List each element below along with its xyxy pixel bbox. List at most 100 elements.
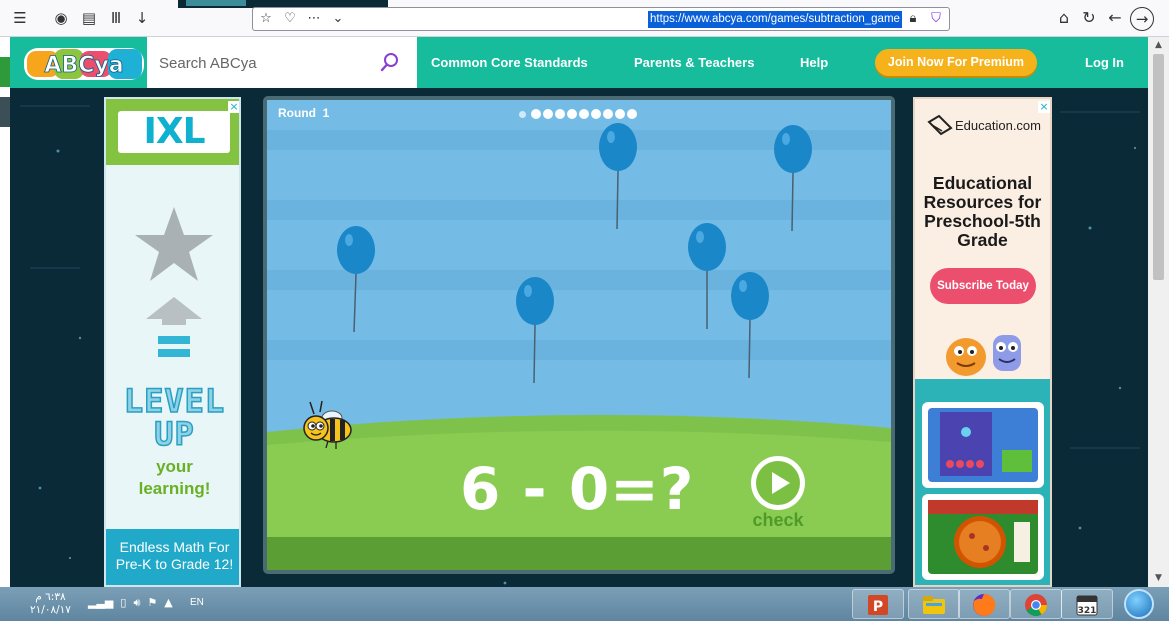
bookmark-star-icon[interactable]: ☆	[257, 10, 275, 28]
balloon[interactable]	[598, 121, 638, 231]
abcya-logo[interactable]: ABCya	[24, 44, 144, 82]
language-indicator[interactable]: EN	[190, 597, 204, 608]
progress-dot	[627, 109, 637, 119]
window-edge	[0, 37, 10, 587]
calendar-321-icon[interactable]: 321	[1061, 589, 1113, 619]
clock[interactable]: ٦:٣٨ م ٢١/٠٨/١٧	[30, 591, 71, 617]
join-premium-button[interactable]: Join Now For Premium	[875, 49, 1037, 76]
game-screenshot-2[interactable]	[922, 494, 1044, 580]
lock-icon[interactable]: 🔒︎	[904, 10, 922, 28]
download-icon[interactable]: ↓	[132, 8, 152, 28]
volume-icon[interactable]: 🔊︎	[133, 596, 140, 609]
subscribe-button[interactable]: Subscribe Today	[930, 268, 1036, 304]
learning-text: learning!	[138, 479, 211, 498]
library-icon[interactable]: ◉	[51, 8, 71, 28]
start-button[interactable]	[1124, 589, 1154, 619]
progress-dot	[603, 109, 613, 119]
close-icon[interactable]: ×	[228, 101, 239, 113]
tray-arrow-icon[interactable]: ▲	[164, 596, 172, 609]
your-text: your	[156, 457, 193, 476]
scroll-down-icon[interactable]: ▼	[1148, 570, 1169, 587]
chrome-icon[interactable]	[1010, 589, 1062, 619]
reload-icon[interactable]: ↻	[1077, 7, 1101, 31]
site-header: ABCya Common Core Standards Parents & Te…	[10, 37, 1148, 88]
url-text[interactable]: https://www.abcya.com/games/subtraction_…	[648, 11, 902, 28]
windows-taskbar: ٦:٣٨ م ٢١/٠٨/١٧ ▂▃▅ ▯ 🔊︎ ⚑ ▲ EN P 321	[0, 587, 1169, 621]
nav-parents-teachers[interactable]: Parents & Teachers	[634, 37, 754, 88]
edu-headline: Educational Resources for Preschool-5th …	[923, 173, 1042, 250]
round-label: Round	[278, 106, 316, 120]
progress-dot	[531, 109, 541, 119]
svg-text:321: 321	[1078, 606, 1097, 616]
balloon[interactable]	[336, 224, 376, 334]
chevron-down-icon[interactable]: ⌄	[329, 10, 347, 28]
svg-text:P: P	[873, 599, 883, 615]
reader-icon[interactable]: ▤	[79, 8, 99, 28]
power-icon[interactable]: ▯	[120, 596, 126, 609]
browser-toolbar: ☰ ◉ ▤ Ⅲ ↓ ☆ ♡ ⋯ ⌄ https://www.abcya.com/…	[0, 0, 1169, 37]
game-screenshot-1[interactable]	[922, 402, 1044, 488]
url-bar[interactable]: ☆ ♡ ⋯ ⌄ https://www.abcya.com/games/subt…	[252, 7, 950, 31]
progress-dot	[519, 110, 526, 118]
progress-dot	[567, 109, 577, 119]
pizza-game-image	[928, 500, 1038, 574]
nav-help[interactable]: Help	[800, 37, 828, 88]
equation: 6 - 0=?	[460, 455, 695, 523]
file-explorer-icon[interactable]	[908, 589, 960, 619]
search-box	[147, 37, 417, 88]
forward-icon[interactable]: →	[1130, 7, 1154, 31]
education-com-logo: Education.com	[927, 114, 1050, 138]
login-button[interactable]: Log In	[1085, 37, 1124, 88]
bookshelf-icon[interactable]: Ⅲ	[106, 8, 126, 28]
monster-characters-icon	[946, 335, 1021, 376]
more-icon[interactable]: ⋯	[305, 10, 323, 28]
progress-dot	[615, 109, 625, 119]
education-com-ad[interactable]: × Education.com Educational Resources fo…	[913, 97, 1052, 587]
balloon[interactable]	[730, 270, 770, 380]
balloon[interactable]	[687, 221, 727, 331]
flag-icon[interactable]: ⚑	[147, 596, 157, 609]
progress-dot	[543, 109, 553, 119]
ixl-footer: Endless Math For Pre-K to Grade 12!	[106, 529, 239, 585]
education-com-text: Education.com	[955, 118, 1041, 133]
home-icon[interactable]: ⌂	[1052, 7, 1076, 31]
book-icon	[927, 114, 953, 136]
balloon[interactable]	[515, 275, 555, 385]
back-icon[interactable]: ←	[1103, 7, 1127, 31]
star-up-icon	[135, 207, 213, 357]
progress-dot	[555, 109, 565, 119]
subtraction-game[interactable]: Round 1 6 - 0=? check	[267, 100, 891, 570]
scroll-up-icon[interactable]: ▲	[1148, 37, 1169, 54]
balloon[interactable]	[773, 123, 813, 233]
logo-text: ABCya	[44, 53, 123, 78]
clock-time: ٦:٣٨ م	[35, 591, 66, 603]
account-icon[interactable]: ☰	[10, 8, 30, 28]
play-icon	[756, 461, 800, 505]
powerpoint-icon[interactable]: P	[852, 589, 904, 619]
ixl-logo: IXL	[118, 111, 230, 153]
shield-icon[interactable]: ⛉	[927, 10, 945, 28]
ixl-ad[interactable]: IXL × LEVEL UP your learning! Endless Ma…	[104, 97, 241, 587]
ixl-footer-text: Endless Math For Pre-K to Grade 12!	[115, 539, 234, 572]
firefox-icon[interactable]	[958, 589, 1010, 619]
active-tab-indicator	[186, 0, 246, 6]
search-input[interactable]	[159, 52, 369, 74]
signal-icon[interactable]: ▂▃▅	[88, 596, 113, 609]
ixl-banner: IXL	[106, 99, 239, 165]
progress-dot	[579, 109, 589, 119]
check-button[interactable]	[751, 456, 805, 510]
close-icon[interactable]: ×	[1038, 101, 1050, 113]
search-icon[interactable]	[379, 51, 401, 73]
round-indicator: Round 1	[278, 106, 329, 120]
check-label[interactable]: check	[743, 510, 813, 531]
system-tray: ▂▃▅ ▯ 🔊︎ ⚑ ▲	[88, 596, 173, 610]
pocket-icon[interactable]: ♡	[281, 10, 299, 28]
progress-dot	[591, 109, 601, 119]
nav-common-core[interactable]: Common Core Standards	[431, 37, 588, 88]
scroll-thumb[interactable]	[1153, 54, 1164, 280]
round-number: 1	[322, 106, 330, 120]
page-scrollbar[interactable]: ▲ ▼	[1148, 37, 1169, 587]
clock-date: ٢١/٠٨/١٧	[30, 604, 71, 616]
up-word: UP	[153, 414, 195, 454]
ixl-logo-text: IXL	[143, 111, 205, 152]
